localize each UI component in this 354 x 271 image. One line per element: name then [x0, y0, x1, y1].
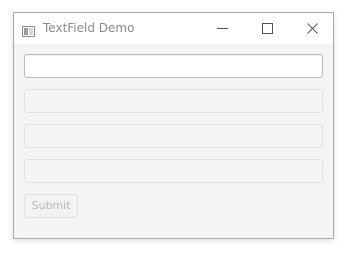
text-field-1[interactable] [24, 54, 323, 78]
maximize-button[interactable] [244, 13, 290, 44]
app-window: TextField Demo Submit [13, 12, 334, 239]
submit-button[interactable]: Submit [24, 194, 78, 218]
maximize-icon [261, 19, 273, 38]
close-button[interactable] [289, 13, 335, 44]
title-bar[interactable]: TextField Demo [14, 13, 333, 44]
minimize-icon [216, 19, 228, 38]
text-field-3[interactable] [24, 124, 323, 148]
close-icon [306, 19, 318, 38]
window-title: TextField Demo [43, 21, 135, 35]
minimize-button[interactable] [199, 13, 245, 44]
text-field-4[interactable] [24, 159, 323, 183]
window-app-icon [22, 22, 35, 37]
text-field-2[interactable] [24, 89, 323, 113]
